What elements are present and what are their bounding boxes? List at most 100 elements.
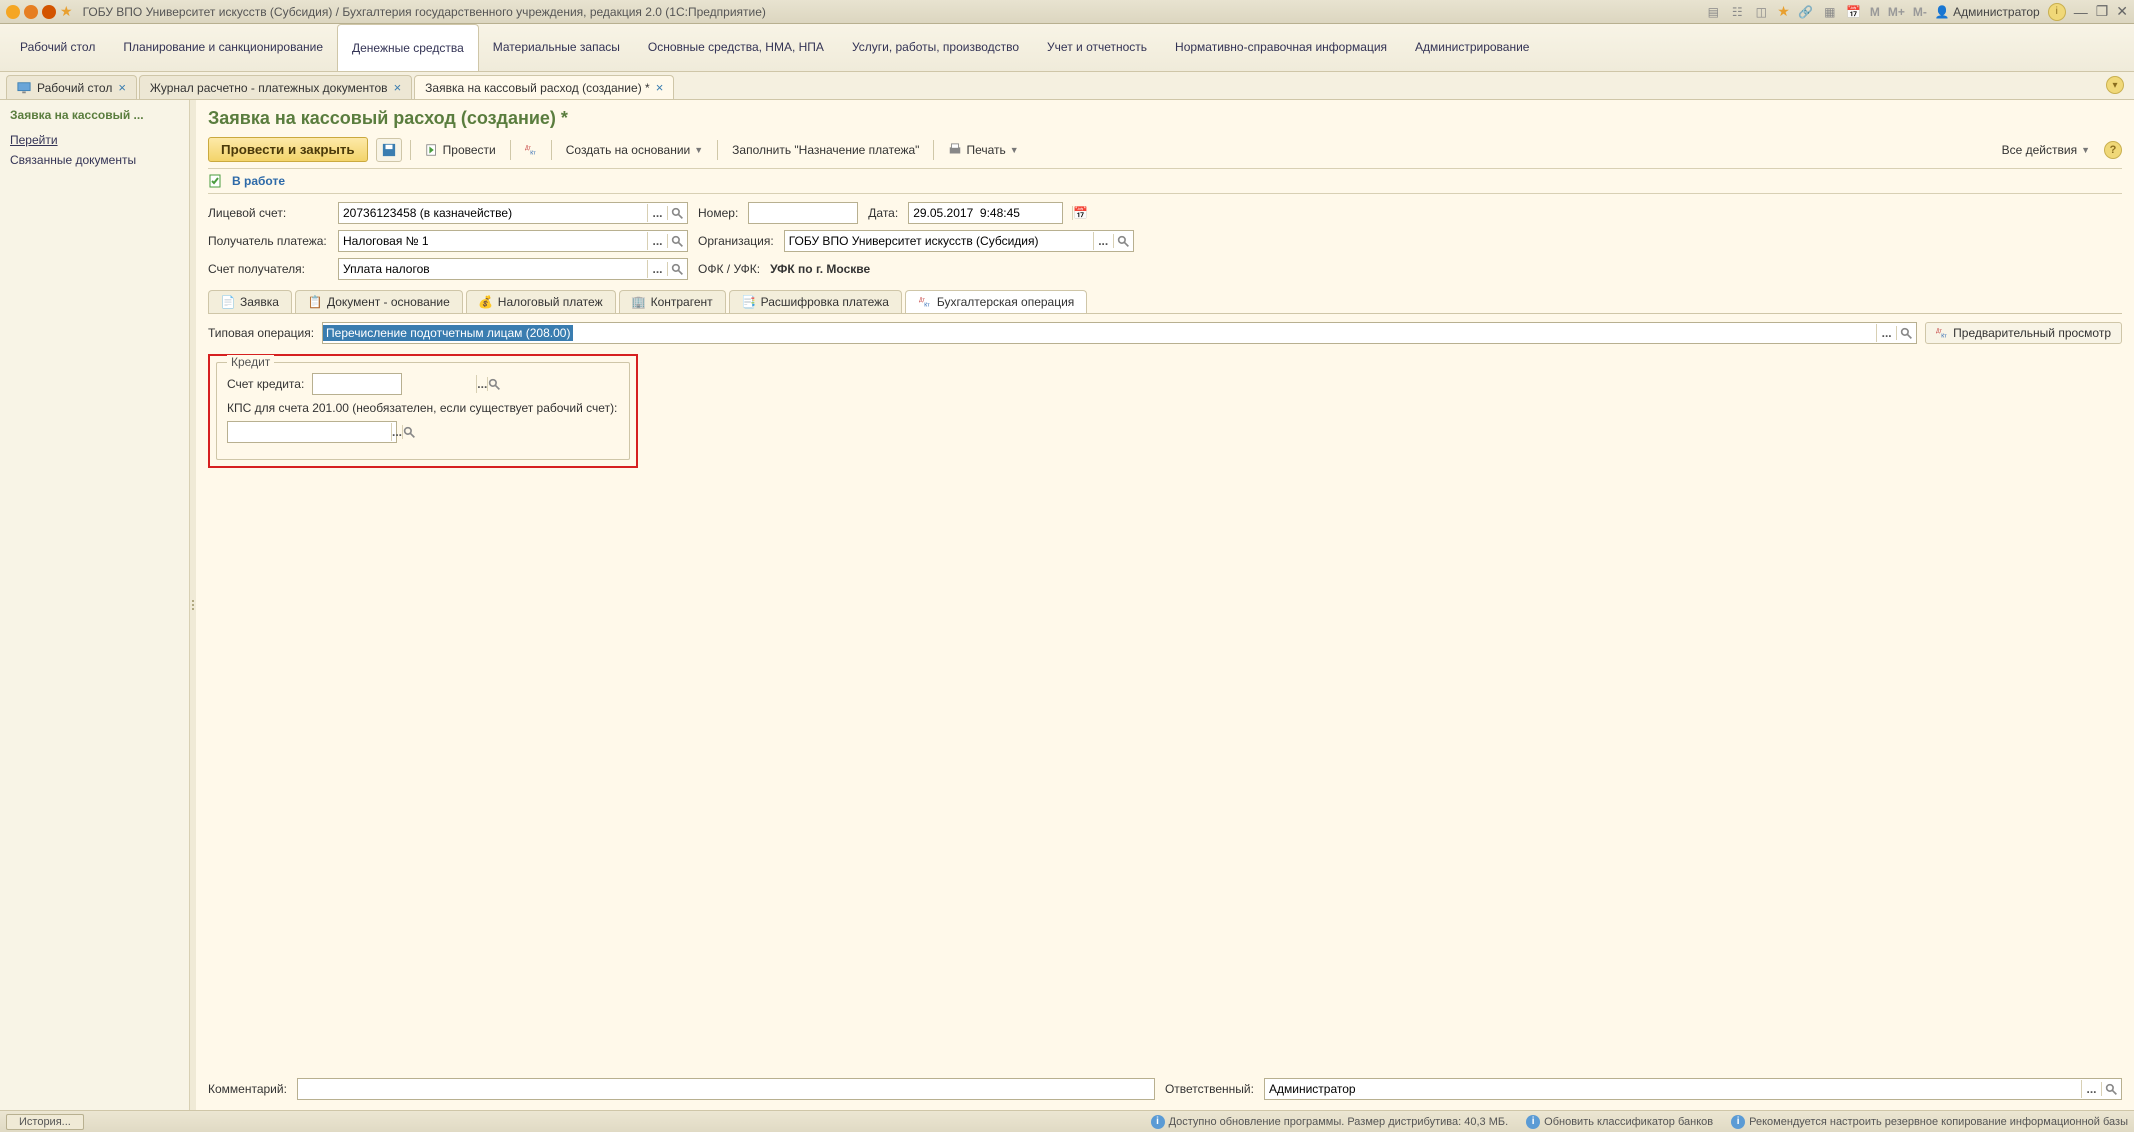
svg-text:Кт: Кт xyxy=(530,150,536,156)
lbl-lic-schet: Лицевой счет: xyxy=(208,206,328,220)
menu-materials[interactable]: Материальные запасы xyxy=(479,24,634,71)
chevron-down-icon[interactable]: ▾ xyxy=(2106,76,2124,94)
tb-icon-2[interactable]: ☷ xyxy=(1729,4,1745,20)
calendar-icon[interactable]: 📅 xyxy=(1072,206,1088,220)
status-backup[interactable]: iРекомендуется настроить резервное копир… xyxy=(1731,1115,2128,1129)
nav-fwd-icon[interactable] xyxy=(42,5,56,19)
tab-close-icon[interactable]: × xyxy=(394,80,402,95)
print-button[interactable]: Печать ▼ xyxy=(942,140,1024,160)
input-lic-schet[interactable]: ... xyxy=(338,202,688,224)
help-icon[interactable]: ? xyxy=(2104,141,2122,159)
calendar-icon[interactable]: 📅 xyxy=(1846,4,1862,20)
sidebar-link-related[interactable]: Связанные документы xyxy=(10,150,179,170)
tab-document[interactable]: Заявка на кассовый расход (создание) * × xyxy=(414,75,674,99)
dtkt-button[interactable]: ДтКт xyxy=(519,141,543,159)
org-field[interactable] xyxy=(785,231,1093,251)
menu-money[interactable]: Денежные средства xyxy=(337,24,479,71)
post-button[interactable]: Провести xyxy=(419,140,502,160)
subtab-tax[interactable]: 💰Налоговый платеж xyxy=(466,290,616,313)
polu-field[interactable] xyxy=(339,231,647,251)
search-icon[interactable] xyxy=(667,262,687,276)
star-icon[interactable]: ★ xyxy=(1777,3,1790,20)
tb-icon-3[interactable]: ◫ xyxy=(1753,4,1769,20)
ellipsis-button[interactable]: ... xyxy=(647,232,667,250)
preview-button[interactable]: ДтКт Предварительный просмотр xyxy=(1925,322,2122,344)
subtab-request[interactable]: 📄Заявка xyxy=(208,290,292,313)
doc-icon: 📄 xyxy=(221,295,235,309)
menu-refinfo[interactable]: Нормативно-справочная информация xyxy=(1161,24,1401,71)
close-button[interactable]: ✕ xyxy=(2116,3,2128,20)
tab-close-icon[interactable]: × xyxy=(118,80,126,95)
ellipsis-button[interactable]: ... xyxy=(391,423,402,441)
search-icon[interactable] xyxy=(2101,1082,2121,1096)
input-comment[interactable] xyxy=(297,1078,1155,1100)
input-resp[interactable]: ... xyxy=(1264,1078,2122,1100)
ellipsis-button[interactable]: ... xyxy=(1876,324,1896,342)
tab-workdesk[interactable]: Рабочий стол × xyxy=(6,75,137,99)
search-icon[interactable] xyxy=(402,425,416,439)
tb-icon-1[interactable]: ▤ xyxy=(1705,4,1721,20)
info-icon[interactable]: i xyxy=(2048,3,2066,21)
ellipsis-button[interactable]: ... xyxy=(647,260,667,278)
input-typ-op[interactable]: Перечисление подотчетным лицам (208.00) … xyxy=(322,322,1917,344)
tab-journal[interactable]: Журнал расчетно - платежных документов × xyxy=(139,75,412,99)
sidebar-link-goto[interactable]: Перейти xyxy=(10,130,179,150)
menu-admin[interactable]: Администрирование xyxy=(1401,24,1543,71)
menu-assets[interactable]: Основные средства, НМА, НПА xyxy=(634,24,838,71)
nav-back-icon[interactable] xyxy=(24,5,38,19)
menu-workdesk[interactable]: Рабочий стол xyxy=(6,24,109,71)
maximize-button[interactable]: ❐ xyxy=(2096,3,2109,20)
kps-field[interactable] xyxy=(228,422,391,442)
ellipsis-button[interactable]: ... xyxy=(2081,1080,2101,1098)
ellipsis-button[interactable]: ... xyxy=(647,204,667,222)
input-org[interactable]: ... xyxy=(784,230,1134,252)
minimize-button[interactable]: — xyxy=(2074,4,2088,20)
resp-field[interactable] xyxy=(1265,1079,2081,1099)
fill-purpose-button[interactable]: Заполнить "Назначение платежа" xyxy=(726,140,925,160)
lic-schet-field[interactable] xyxy=(339,203,647,223)
ellipsis-button[interactable]: ... xyxy=(476,375,487,393)
sk-field[interactable] xyxy=(313,374,476,394)
save-button[interactable] xyxy=(376,138,402,162)
separator xyxy=(933,140,934,160)
page-title: Заявка на кассовый расход (создание) * xyxy=(208,108,2122,129)
post-and-close-button[interactable]: Провести и закрыть xyxy=(208,137,368,162)
input-kps[interactable]: ... xyxy=(227,421,397,443)
m-plus-icon[interactable]: M+ xyxy=(1888,5,1905,19)
subtab-accounting-op[interactable]: ДтКтБухгалтерская операция xyxy=(905,290,1087,313)
info-icon: i xyxy=(1151,1115,1165,1129)
calculator-icon[interactable]: ▦ xyxy=(1822,4,1838,20)
search-icon[interactable] xyxy=(1113,234,1133,248)
menu-services[interactable]: Услуги, работы, производство xyxy=(838,24,1033,71)
search-icon[interactable] xyxy=(667,206,687,220)
search-icon[interactable] xyxy=(667,234,687,248)
subtab-detail[interactable]: 📑Расшифровка платежа xyxy=(729,290,902,313)
status-update[interactable]: iДоступно обновление программы. Размер д… xyxy=(1151,1115,1509,1129)
link-icon[interactable]: 🔗 xyxy=(1798,4,1814,20)
tab-close-icon[interactable]: × xyxy=(656,80,664,95)
menu-accounting[interactable]: Учет и отчетность xyxy=(1033,24,1161,71)
data-field[interactable] xyxy=(909,203,1072,223)
input-schet[interactable]: ... xyxy=(338,258,688,280)
ellipsis-button[interactable]: ... xyxy=(1093,232,1113,250)
favorite-icon[interactable]: ★ xyxy=(60,3,73,20)
m-icon[interactable]: M xyxy=(1870,5,1880,19)
search-icon[interactable] xyxy=(487,377,501,391)
create-based-button[interactable]: Создать на основании ▼ xyxy=(560,140,709,160)
input-polu[interactable]: ... xyxy=(338,230,688,252)
comment-field[interactable] xyxy=(298,1079,1154,1099)
schet-field[interactable] xyxy=(339,259,647,279)
input-nomer[interactable] xyxy=(748,202,858,224)
input-data[interactable]: 📅 xyxy=(908,202,1063,224)
status-classifier[interactable]: iОбновить классификатор банков xyxy=(1526,1115,1713,1129)
tabbar-right: ▾ xyxy=(2106,76,2124,94)
main-menu: Рабочий стол Планирование и санкциониров… xyxy=(0,24,2134,72)
input-sk[interactable]: ... xyxy=(312,373,402,395)
m-minus-icon[interactable]: M- xyxy=(1913,5,1927,19)
search-icon[interactable] xyxy=(1896,326,1916,340)
menu-planning[interactable]: Планирование и санкционирование xyxy=(109,24,337,71)
all-actions-button[interactable]: Все действия ▼ xyxy=(1996,140,2096,160)
history-button[interactable]: История... xyxy=(6,1114,84,1130)
subtab-base-doc[interactable]: 📋Документ - основание xyxy=(295,290,463,313)
subtab-counterparty[interactable]: 🏢Контрагент xyxy=(619,290,726,313)
